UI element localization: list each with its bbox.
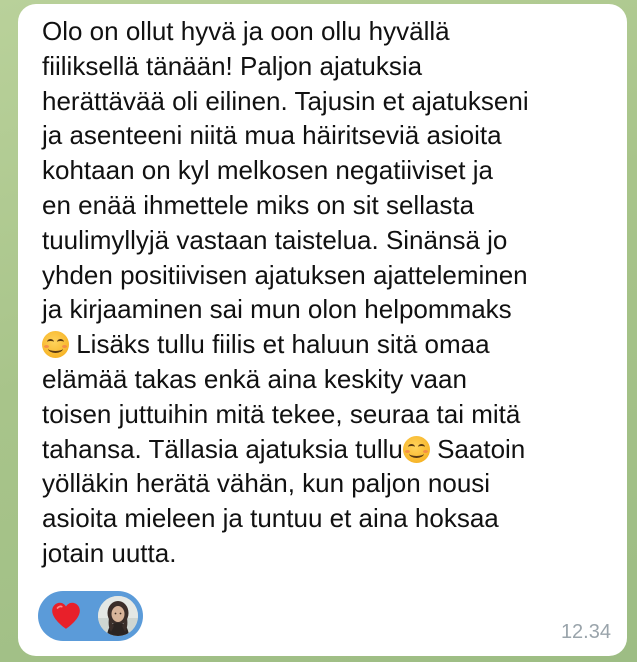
- message-timestamp: 12.34: [560, 621, 611, 643]
- message-line: en enää ihmettele miks on sit sellasta: [42, 189, 475, 220]
- message-line: kohtaan on kyl melkosen negatiiviset ja: [42, 155, 493, 186]
- message-line: ja asenteeni niitä mua häiritseviä asioi…: [42, 120, 502, 151]
- message-bubble[interactable]: Olo on ollut hyvä ja oon ollu hyvällä fi…: [18, 4, 627, 656]
- message-line: Olo on ollut hyvä ja oon ollu hyvällä: [42, 16, 450, 46]
- heart-icon: [52, 602, 80, 629]
- smiling-face-emoji-icon: [42, 331, 69, 359]
- message-line-text: Lisäks tullu fiilis et haluun sitä omaa: [69, 329, 490, 360]
- message-line: yölläkin herätä vähän, kun paljon nousi: [42, 468, 491, 499]
- message-line: elämää takas enkä aina keskity vaan: [42, 363, 467, 394]
- message-line: herättävää oli eilinen. Tajusin et ajatu…: [42, 85, 529, 116]
- message-line-text: Saatoin: [429, 433, 526, 464]
- message-line: yhden positiivisen ajatuksen ajattelemin…: [42, 259, 528, 290]
- smiling-face-emoji-icon: [402, 435, 430, 463]
- message-text: Olo on ollut hyvä ja oon ollu hyvällä fi…: [42, 14, 622, 571]
- message-line: asioita mieleen ja tuntuu et aina hoksaa: [42, 503, 499, 534]
- message-line: fiiliksellä tänään! Paljon ajatuksia: [42, 50, 423, 81]
- message-line-text: tahansa. Tällasia ajatuksia tullu: [42, 433, 403, 464]
- message-line: jotain uutta.: [42, 537, 177, 568]
- message-line: tahansa. Tällasia ajatuksia tullu Saatoi…: [42, 432, 622, 467]
- message-line: toisen juttuihin mitä tekee, seuraa tai …: [42, 398, 521, 429]
- reaction-button[interactable]: [38, 591, 143, 641]
- message-line: Lisäks tullu fiilis et haluun sitä omaa: [42, 327, 622, 362]
- avatar[interactable]: [98, 596, 138, 636]
- message-line: tuulimyllyjä vastaan taistelua. Sinänsä …: [42, 224, 508, 255]
- message-line: ja kirjaaminen sai mun olon helpommaks: [42, 294, 512, 325]
- user-avatar-icon: [98, 596, 138, 636]
